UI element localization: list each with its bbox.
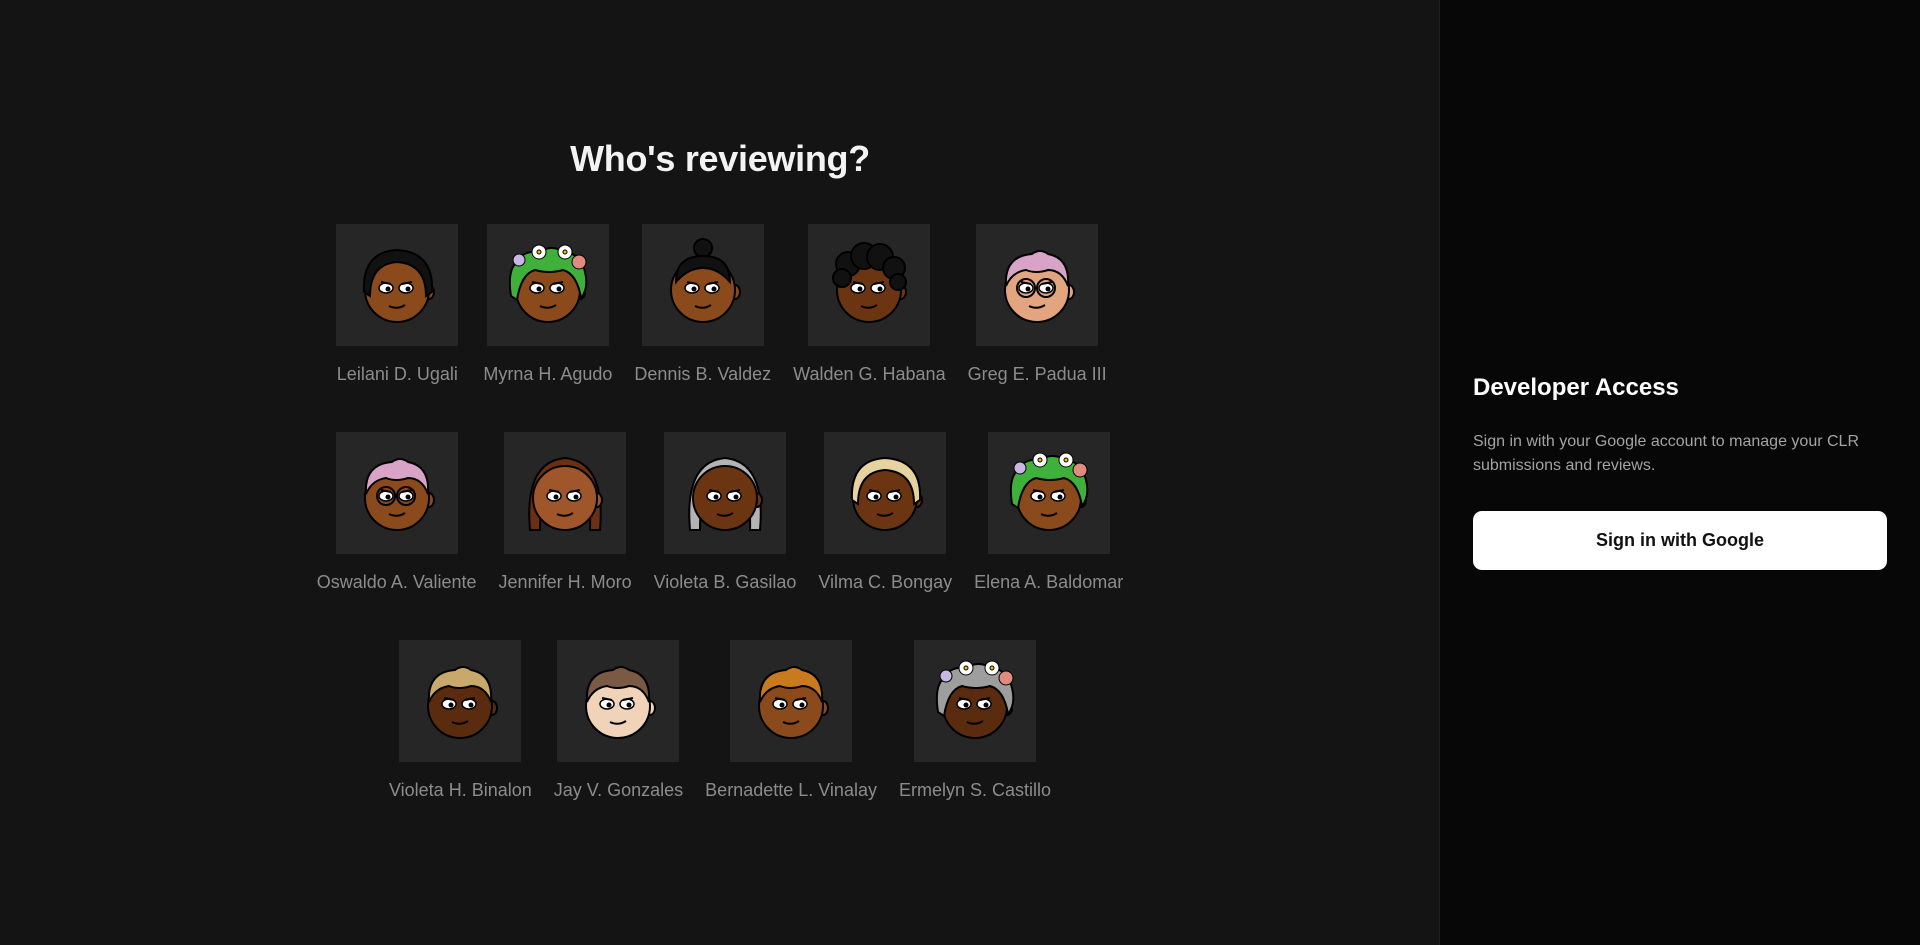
reviewer-avatar-icon bbox=[758, 666, 830, 739]
profile-row: Violeta H. Binalon Jay V. Gonzales Berna… bbox=[0, 640, 1440, 801]
app-layout: Who's reviewing? Leilani D. Ugali Myrna … bbox=[0, 0, 1920, 945]
avatar[interactable] bbox=[808, 224, 931, 346]
profile-card[interactable]: Leilani D. Ugali bbox=[333, 224, 461, 385]
profile-card[interactable]: Elena A. Baldomar bbox=[974, 432, 1123, 593]
profile-card[interactable]: Bernadette L. Vinalay bbox=[705, 640, 877, 801]
reviewer-avatar-icon bbox=[1009, 452, 1088, 531]
developer-access-description: Sign in with your Google account to mana… bbox=[1473, 433, 1859, 474]
profile-name: Vilma C. Bongay bbox=[818, 572, 953, 592]
profile-card[interactable]: Myrna H. Agudo bbox=[483, 224, 612, 385]
reviewer-avatar-icon bbox=[508, 244, 588, 323]
reviewer-avatar-icon bbox=[832, 242, 908, 323]
avatar[interactable] bbox=[504, 432, 627, 554]
reviewer-avatar-icon bbox=[363, 248, 436, 323]
profile-name: Leilani D. Ugali bbox=[336, 364, 458, 384]
profile-card[interactable]: Walden G. Habana bbox=[793, 224, 946, 385]
profile-name: Greg E. Padua III bbox=[967, 364, 1107, 384]
avatar[interactable] bbox=[987, 432, 1110, 554]
profile-card[interactable]: Ermelyn S. Castillo bbox=[899, 640, 1051, 801]
profile-card[interactable]: Oswaldo A. Valiente bbox=[317, 432, 477, 593]
profile-card[interactable]: Jay V. Gonzales bbox=[554, 640, 683, 801]
sign-in-with-google-button[interactable]: Sign in with Google bbox=[1473, 511, 1887, 570]
profile-card[interactable]: Jennifer H. Moro bbox=[499, 432, 632, 593]
profile-name: Walden G. Habana bbox=[793, 364, 946, 384]
profile-card[interactable]: Violeta H. Binalon bbox=[389, 640, 532, 801]
profile-name: Jay V. Gonzales bbox=[553, 780, 684, 800]
avatar[interactable] bbox=[663, 432, 786, 554]
profile-card[interactable]: Dennis B. Valdez bbox=[634, 224, 771, 385]
developer-access-heading: Developer Access bbox=[1473, 374, 1679, 401]
profile-name: Oswaldo A. Valiente bbox=[316, 572, 477, 592]
avatar[interactable] bbox=[399, 640, 522, 762]
avatar[interactable] bbox=[557, 640, 680, 762]
reviewer-avatar-icon bbox=[363, 458, 435, 531]
developer-access-panel: Developer Access Sign in with your Googl… bbox=[1440, 0, 1920, 945]
profile-card[interactable]: Greg E. Padua III bbox=[968, 224, 1107, 385]
avatar[interactable] bbox=[336, 224, 459, 346]
avatar[interactable] bbox=[913, 640, 1036, 762]
profile-name: Violeta B. Gasilao bbox=[653, 572, 797, 592]
profile-name: Ermelyn S. Castillo bbox=[898, 780, 1052, 800]
avatar[interactable] bbox=[730, 640, 853, 762]
reviewer-avatar-icon bbox=[528, 456, 604, 531]
reviewer-avatar-icon bbox=[688, 456, 763, 531]
profile-row: Oswaldo A. Valiente Jennifer H. Moro Vio… bbox=[0, 432, 1440, 593]
reviewer-avatar-icon bbox=[585, 666, 657, 739]
profile-row: Leilani D. Ugali Myrna H. Agudo Dennis B… bbox=[0, 224, 1440, 385]
profile-picker: Who's reviewing? Leilani D. Ugali Myrna … bbox=[0, 0, 1440, 945]
profile-name: Violeta H. Binalon bbox=[388, 780, 532, 800]
profile-name: Dennis B. Valdez bbox=[634, 364, 772, 384]
profile-card[interactable]: Vilma C. Bongay bbox=[818, 432, 952, 593]
profile-name: Bernadette L. Vinalay bbox=[705, 780, 877, 800]
reviewer-avatar-icon bbox=[851, 456, 924, 531]
profile-name: Jennifer H. Moro bbox=[498, 572, 632, 592]
reviewer-avatar-icon bbox=[1004, 250, 1076, 323]
page-title: Who's reviewing? bbox=[570, 138, 870, 179]
reviewer-avatar-icon bbox=[935, 660, 1015, 739]
reviewer-avatar-icon bbox=[669, 238, 741, 323]
reviewer-avatar-icon bbox=[427, 666, 499, 739]
avatar[interactable] bbox=[976, 224, 1099, 346]
avatar[interactable] bbox=[641, 224, 764, 346]
avatar[interactable] bbox=[486, 224, 609, 346]
avatar[interactable] bbox=[824, 432, 947, 554]
profile-name: Elena A. Baldomar bbox=[974, 572, 1124, 592]
avatar[interactable] bbox=[335, 432, 458, 554]
profile-card[interactable]: Violeta B. Gasilao bbox=[653, 432, 797, 593]
profile-name: Myrna H. Agudo bbox=[483, 364, 613, 384]
